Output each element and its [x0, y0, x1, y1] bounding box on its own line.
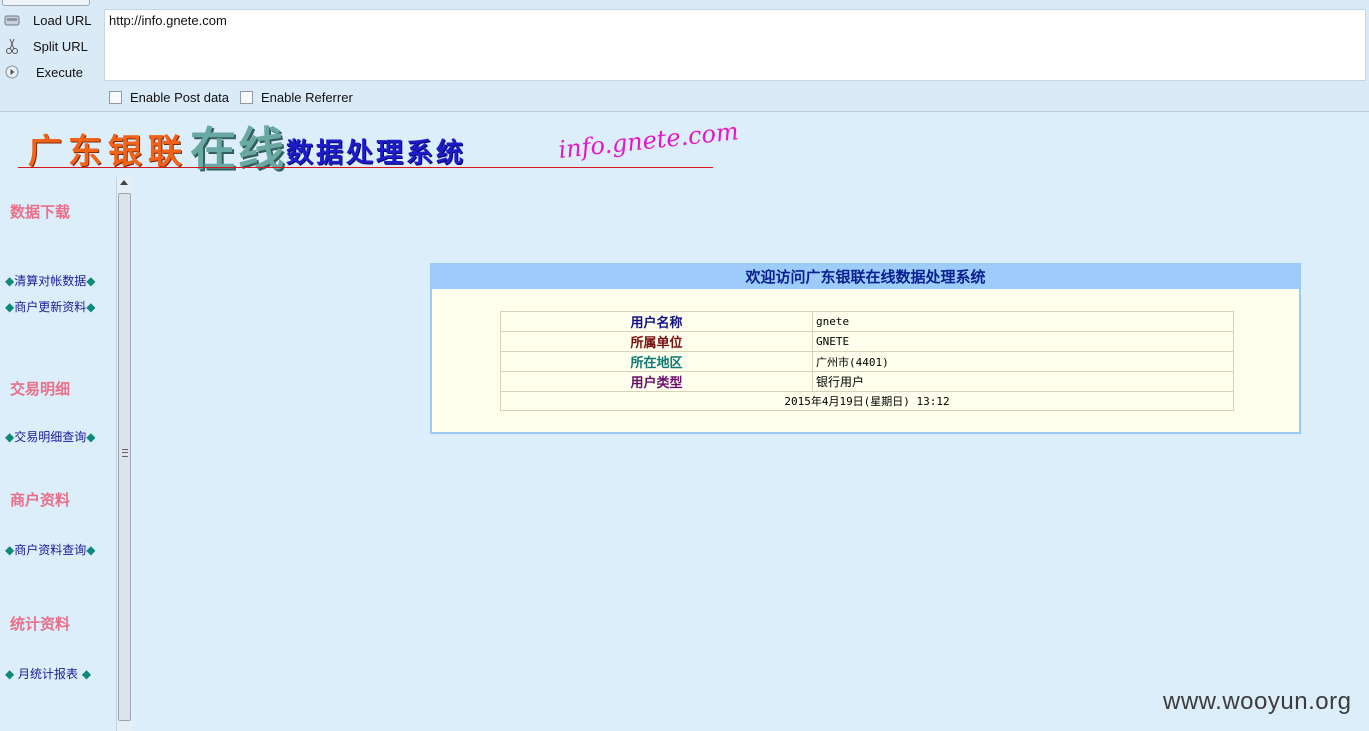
table-row: 2015年4月19日(星期日) 13:12	[500, 391, 1234, 411]
menu-link-text: ◆ 月统计报表 ◆	[5, 667, 92, 681]
load-url-icon	[3, 11, 21, 29]
load-url-button[interactable]: Load URL	[0, 9, 100, 31]
grip-icon	[122, 449, 128, 457]
left-menu-frame	[0, 177, 132, 731]
field-label-region: 所在地区	[500, 351, 813, 372]
menu-link-merchant-update[interactable]: ◆商户更新资料◆	[5, 298, 95, 315]
menu-link-monthly-report[interactable]: ◆ 月统计报表 ◆	[5, 665, 91, 682]
menu-link-text: ◆商户资料查询◆	[5, 543, 96, 557]
left-menu-scrollbar[interactable]	[116, 177, 132, 731]
table-row: 用户类型 银行用户	[500, 371, 1234, 392]
field-label-organization: 所属单位	[500, 331, 813, 352]
banner-underline	[18, 167, 713, 168]
url-textarea[interactable]: http://info.gnete.com	[104, 9, 1366, 81]
execute-label: Execute	[36, 64, 83, 80]
menu-link-text: ◆交易明细查询◆	[5, 430, 96, 444]
banner-text-system: 数据处理系统	[286, 138, 466, 169]
table-row: 所在地区 广州市(4401)	[500, 351, 1234, 372]
login-datetime: 2015年4月19日(星期日) 13:12	[500, 391, 1234, 411]
enable-referrer-checkbox[interactable]: Enable Referrer	[240, 90, 353, 105]
user-info-table: 用户名称 gnete 所属单位 GNETE 所在地区 广州市(4401) 用户类…	[500, 311, 1234, 411]
field-label-user-type: 用户类型	[500, 371, 813, 392]
field-value-organization: GNETE	[812, 331, 1234, 352]
scrollbar-thumb[interactable]	[118, 193, 131, 721]
split-url-button[interactable]: Split URL	[0, 35, 100, 57]
split-url-icon	[3, 37, 21, 55]
welcome-panel: 欢迎访问广东银联在线数据处理系统 用户名称 gnete 所属单位 GNETE 所…	[430, 263, 1301, 434]
checkbox-box[interactable]	[109, 91, 122, 104]
table-row: 用户名称 gnete	[500, 311, 1234, 332]
field-value-region: 广州市(4401)	[812, 351, 1234, 372]
hackbar-top-button[interactable]	[2, 0, 90, 6]
section-title-merchant-info: 商户资料	[10, 491, 71, 509]
execute-icon	[3, 63, 21, 81]
banner-text-online: 在线	[190, 122, 286, 176]
enable-post-data-checkbox[interactable]: Enable Post data	[109, 90, 229, 105]
section-title-statistics: 统计资料	[10, 615, 71, 633]
field-value-user-type: 银行用户	[812, 371, 1234, 392]
menu-link-merchant-query[interactable]: ◆商户资料查询◆	[5, 541, 95, 558]
section-title-transaction-detail: 交易明细	[10, 380, 71, 398]
checkbox-box[interactable]	[240, 91, 253, 104]
wooyun-watermark: www.wooyun.org	[1163, 688, 1352, 715]
field-value-username: gnete	[812, 311, 1234, 332]
banner-text-gdyl: 广东银联	[28, 132, 188, 172]
execute-button[interactable]: Execute	[0, 61, 100, 83]
menu-link-transaction-query[interactable]: ◆交易明细查询◆	[5, 428, 95, 445]
enable-post-data-label: Enable Post data	[130, 90, 230, 105]
load-url-label: Load URL	[33, 12, 92, 28]
welcome-title: 欢迎访问广东银联在线数据处理系统	[432, 265, 1299, 289]
menu-link-text: ◆清算对帐数据◆	[5, 274, 96, 288]
split-url-label: Split URL	[33, 38, 88, 54]
menu-link-text: ◆商户更新资料◆	[5, 300, 96, 314]
hackbar-toolbar: Load URL Split URL Execute http://info.g…	[0, 0, 1369, 112]
table-row: 所属单位 GNETE	[500, 331, 1234, 352]
scroll-up-arrow-icon[interactable]	[120, 180, 128, 185]
enable-referrer-label: Enable Referrer	[261, 90, 353, 105]
field-label-username: 用户名称	[500, 311, 813, 332]
menu-link-settlement-data[interactable]: ◆清算对帐数据◆	[5, 272, 95, 289]
section-title-data-download: 数据下载	[10, 203, 71, 221]
